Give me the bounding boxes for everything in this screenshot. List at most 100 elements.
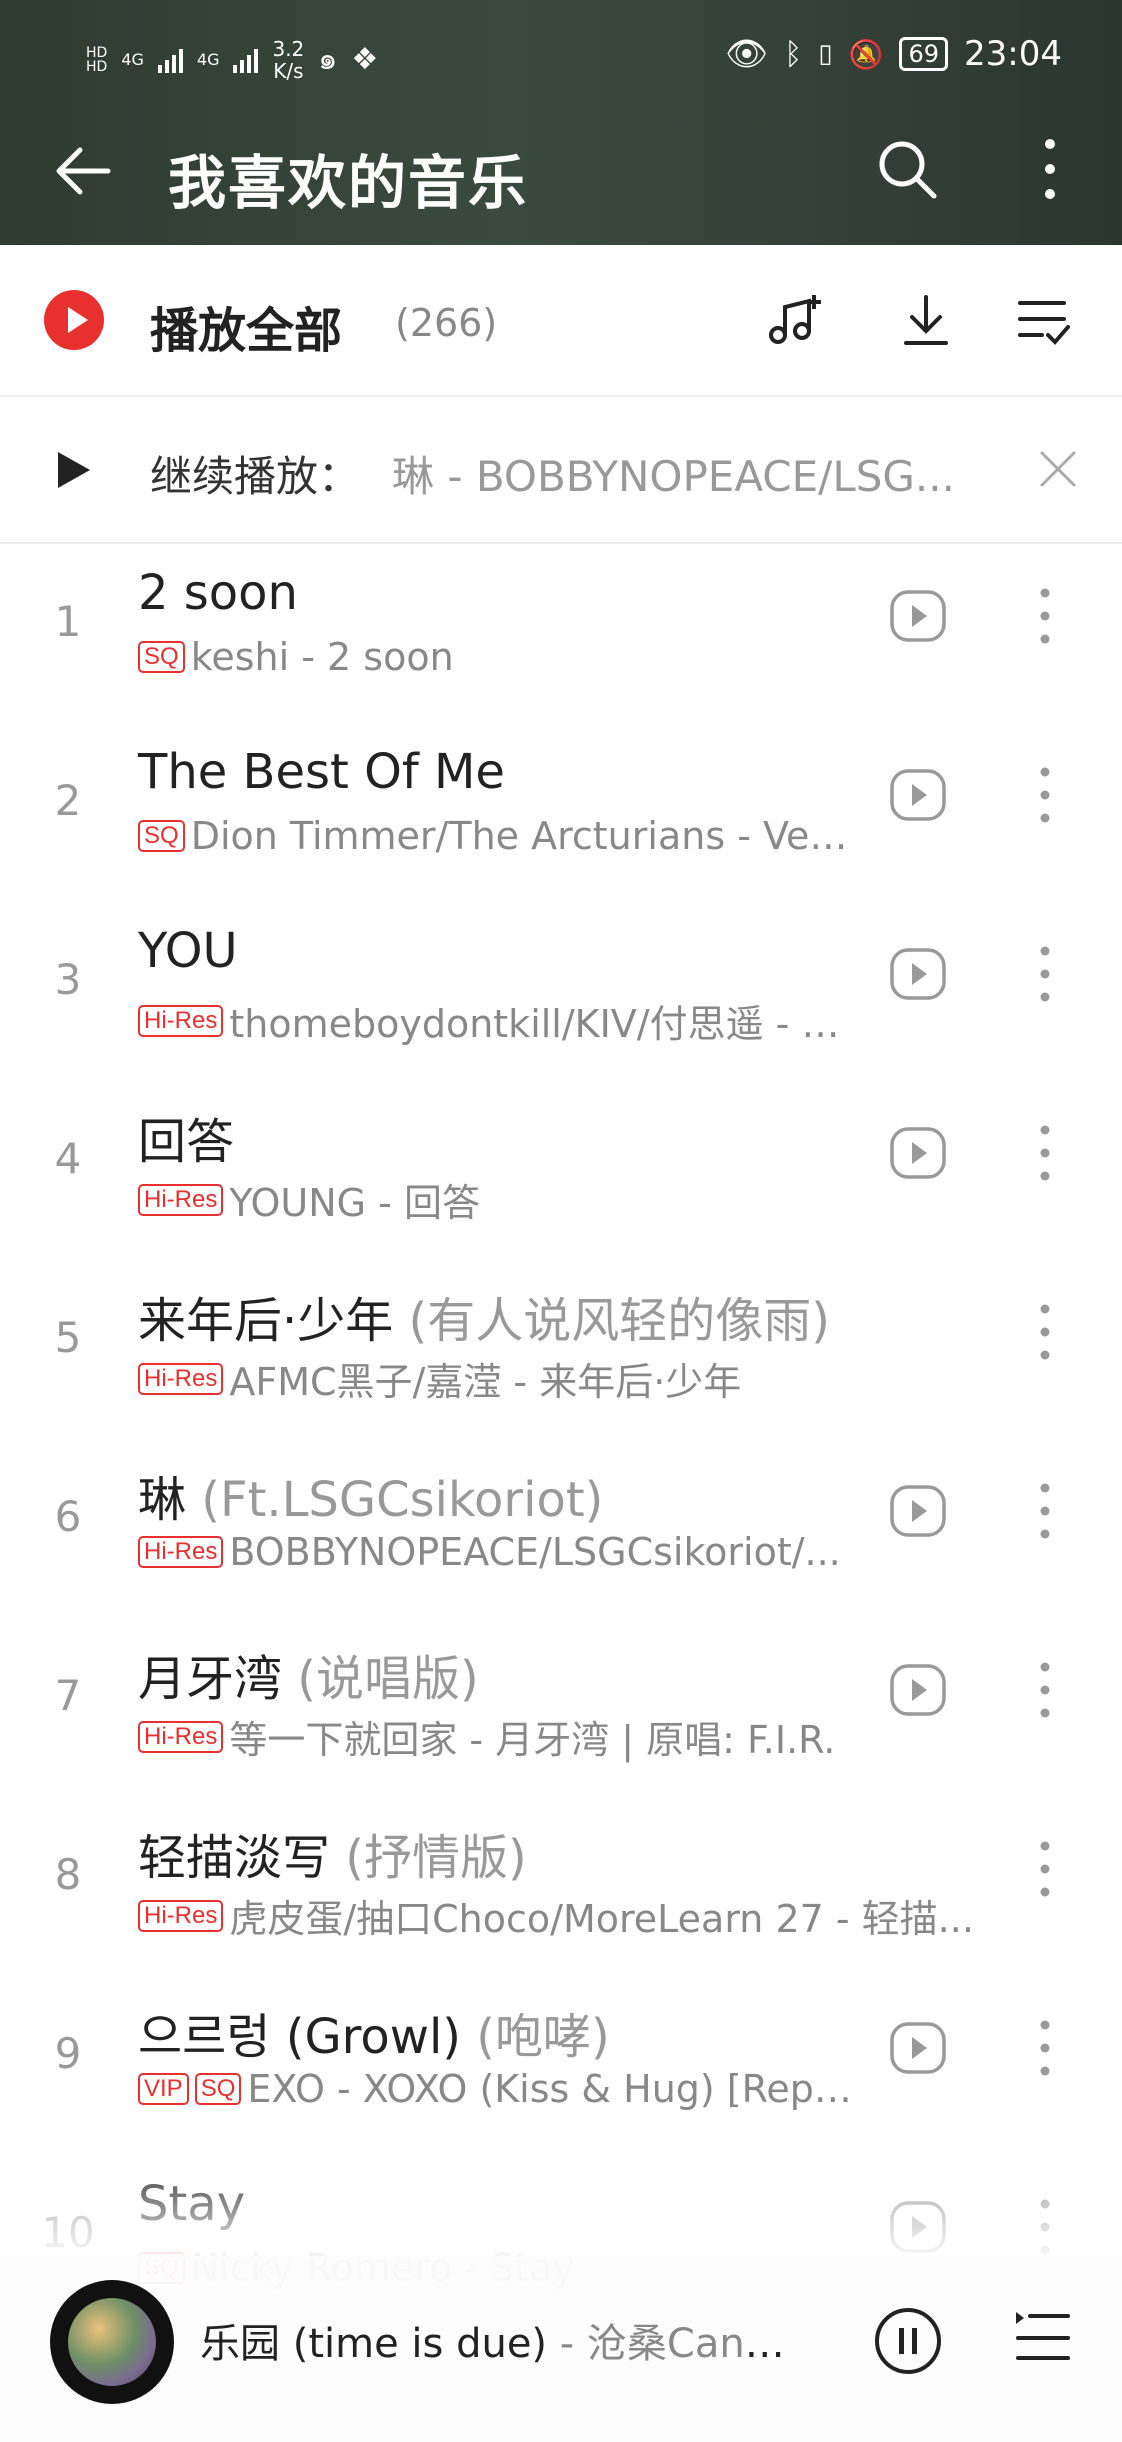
page-title: 我喜欢的音乐 bbox=[168, 149, 529, 217]
song-title[interactable]: 琳 (Ft.LSGCsikoriot) bbox=[138, 1460, 603, 1530]
quality-badge: VIP bbox=[138, 2073, 189, 2105]
mv-play-icon[interactable] bbox=[889, 2019, 947, 2077]
album-cover[interactable] bbox=[50, 2280, 174, 2404]
network-type-2: 4G bbox=[196, 50, 220, 69]
play-all-bar: 播放全部 (266) bbox=[0, 245, 1122, 397]
song-title[interactable]: 月牙湾 (说唱版) bbox=[138, 1639, 479, 1709]
song-title[interactable]: 轻描淡写 (抒情版) bbox=[138, 1818, 527, 1888]
signal-icon-2 bbox=[233, 47, 259, 73]
multi-select-icon[interactable] bbox=[1012, 289, 1076, 353]
mv-play-icon[interactable] bbox=[889, 1661, 947, 1719]
quality-badge: Hi-Res bbox=[138, 1720, 224, 1753]
song-subtitle: SQ Dion Timmer/The Arcturians - Very... bbox=[138, 814, 858, 858]
mv-play-icon[interactable] bbox=[889, 587, 947, 645]
song-count: (266) bbox=[395, 301, 498, 345]
pause-icon[interactable] bbox=[873, 2306, 943, 2376]
more-options-icon[interactable] bbox=[1030, 585, 1060, 647]
song-index: 1 bbox=[54, 597, 82, 646]
song-title[interactable]: The Best Of Me bbox=[138, 744, 505, 800]
song-list: 1 2 soon SQ keshi - 2 soon 2 The Best Of… bbox=[0, 545, 1122, 2335]
song-row[interactable]: 5 来年后·少年 (有人说风轻的像雨) Hi-Res AFMC黑子/嘉滢 - 来… bbox=[0, 1261, 1122, 1440]
song-row[interactable]: 2 The Best Of Me SQ Dion Timmer/The Arct… bbox=[0, 724, 1122, 903]
battery-indicator: 69 bbox=[899, 37, 949, 71]
song-index: 8 bbox=[54, 1850, 82, 1899]
header-bar: HDHD 4G 4G 3.2 K/s ๑ ❖ 👁 ᛒ ▯ 🔕 69 23:04 bbox=[0, 0, 1122, 245]
now-playing-artist: - 沧桑CangSa... bbox=[559, 2321, 810, 2367]
download-icon[interactable] bbox=[894, 289, 958, 353]
song-index: 2 bbox=[54, 776, 82, 825]
quality-badge: Hi-Res bbox=[138, 1899, 224, 1932]
continue-play-icon[interactable] bbox=[58, 452, 90, 488]
mv-play-icon[interactable] bbox=[889, 766, 947, 824]
continue-track[interactable]: 琳 - BOBBYNOPEACE/LSG... bbox=[392, 443, 982, 504]
song-title[interactable]: 回答 bbox=[138, 1102, 234, 1172]
playlist-queue-icon[interactable] bbox=[1012, 2308, 1072, 2368]
network-speed: 3.2 K/s bbox=[272, 36, 305, 83]
song-title[interactable]: 2 soon bbox=[138, 565, 298, 621]
quality-badge: SQ bbox=[138, 820, 185, 852]
song-subtitle: VIP SQ EXO - XOXO (Kiss & Hug) [Repac... bbox=[138, 2067, 858, 2111]
song-subtitle: Hi-Res 虎皮蛋/抽口Choco/MoreLearn 27 - 轻描... bbox=[138, 1888, 978, 1943]
more-options-icon[interactable] bbox=[1030, 1838, 1060, 1900]
quality-badge: Hi-Res bbox=[138, 1183, 224, 1216]
app-notification-icon: ๑ bbox=[318, 42, 338, 77]
clock: 23:04 bbox=[964, 34, 1062, 74]
song-title[interactable]: YOU bbox=[138, 923, 238, 979]
search-icon[interactable] bbox=[872, 134, 942, 204]
mute-bell-icon: 🔕 bbox=[848, 37, 884, 71]
more-options-icon[interactable] bbox=[1030, 1301, 1060, 1363]
song-title[interactable]: 来年后·少年 (有人说风轻的像雨) bbox=[138, 1281, 830, 1351]
now-playing-title: 乐园 (time is due) bbox=[200, 2321, 548, 2367]
play-all-button[interactable]: 播放全部 bbox=[150, 291, 342, 361]
song-subtitle: Hi-Res BOBBYNOPEACE/LSGCsikoriot/... bbox=[138, 1530, 858, 1574]
back-arrow-icon[interactable] bbox=[48, 136, 118, 206]
more-options-icon[interactable] bbox=[1030, 1659, 1060, 1721]
more-options-icon[interactable] bbox=[1030, 1122, 1060, 1184]
song-title[interactable]: 으르렁 (Growl) (咆哮) bbox=[138, 1997, 610, 2067]
song-index: 3 bbox=[54, 955, 82, 1004]
song-index: 6 bbox=[54, 1492, 82, 1541]
more-options-icon[interactable] bbox=[1030, 1480, 1060, 1542]
song-row[interactable]: 8 轻描淡写 (抒情版) Hi-Res 虎皮蛋/抽口Choco/MoreLear… bbox=[0, 1798, 1122, 1977]
song-subtitle: Hi-Res YOUNG - 回答 bbox=[138, 1172, 858, 1227]
song-index: 9 bbox=[54, 2029, 82, 2078]
bluetooth-icon: ᛒ bbox=[784, 36, 803, 72]
vibrate-icon: ▯ bbox=[818, 39, 833, 69]
mv-play-icon[interactable] bbox=[889, 945, 947, 1003]
song-subtitle: Hi-Res thomeboydontkill/KIV/付思遥 - C... bbox=[138, 993, 858, 1048]
song-row[interactable]: 3 YOU Hi-Res thomeboydontkill/KIV/付思遥 - … bbox=[0, 903, 1122, 1082]
song-subtitle: SQ keshi - 2 soon bbox=[138, 635, 858, 679]
mv-play-icon[interactable] bbox=[889, 1124, 947, 1182]
mini-player[interactable]: 乐园 (time is due) - 沧桑CangSa... bbox=[0, 2256, 1122, 2442]
play-all-icon[interactable] bbox=[44, 290, 104, 350]
quality-badge: SQ bbox=[138, 641, 185, 673]
continue-playback-bar[interactable]: 继续播放： 琳 - BOBBYNOPEACE/LSG... bbox=[0, 397, 1122, 544]
song-subtitle: Hi-Res AFMC黑子/嘉滢 - 来年后·少年 bbox=[138, 1351, 978, 1406]
continue-label: 继续播放： bbox=[150, 452, 361, 501]
song-row[interactable]: 4 回答 Hi-Res YOUNG - 回答 bbox=[0, 1082, 1122, 1261]
song-row[interactable]: 6 琳 (Ft.LSGCsikoriot) Hi-Res BOBBYNOPEAC… bbox=[0, 1440, 1122, 1619]
more-options-icon[interactable] bbox=[1030, 764, 1060, 826]
song-index: 4 bbox=[54, 1134, 82, 1183]
song-index: 7 bbox=[54, 1671, 82, 1720]
quality-badge: Hi-Res bbox=[138, 1536, 224, 1568]
app-notification-icon-2: ❖ bbox=[351, 42, 379, 77]
list-fade bbox=[0, 2150, 1122, 2260]
quality-badge: SQ bbox=[194, 2073, 242, 2105]
eye-icon: 👁 bbox=[725, 34, 769, 74]
hd-indicator: HD HD bbox=[86, 44, 108, 75]
network-type-1: 4G bbox=[121, 50, 144, 69]
close-icon[interactable] bbox=[1036, 447, 1080, 491]
quality-badge: Hi-Res bbox=[138, 1362, 224, 1395]
song-row[interactable]: 9 으르렁 (Growl) (咆哮) VIP SQ EXO - XOXO (Kis… bbox=[0, 1977, 1122, 2156]
quality-badge: Hi-Res bbox=[138, 1004, 224, 1037]
song-row[interactable]: 1 2 soon SQ keshi - 2 soon bbox=[0, 545, 1122, 724]
more-options-icon[interactable] bbox=[1030, 134, 1070, 204]
mv-play-icon[interactable] bbox=[889, 1482, 947, 1540]
song-row[interactable]: 7 月牙湾 (说唱版) Hi-Res 等一下就回家 - 月牙湾 | 原唱: F.… bbox=[0, 1619, 1122, 1798]
now-playing-text[interactable]: 乐园 (time is due) - 沧桑CangSa... bbox=[200, 2311, 810, 2369]
more-options-icon[interactable] bbox=[1030, 943, 1060, 1005]
song-index: 5 bbox=[54, 1313, 82, 1362]
add-to-playlist-icon[interactable] bbox=[762, 289, 826, 353]
more-options-icon[interactable] bbox=[1030, 2017, 1060, 2079]
